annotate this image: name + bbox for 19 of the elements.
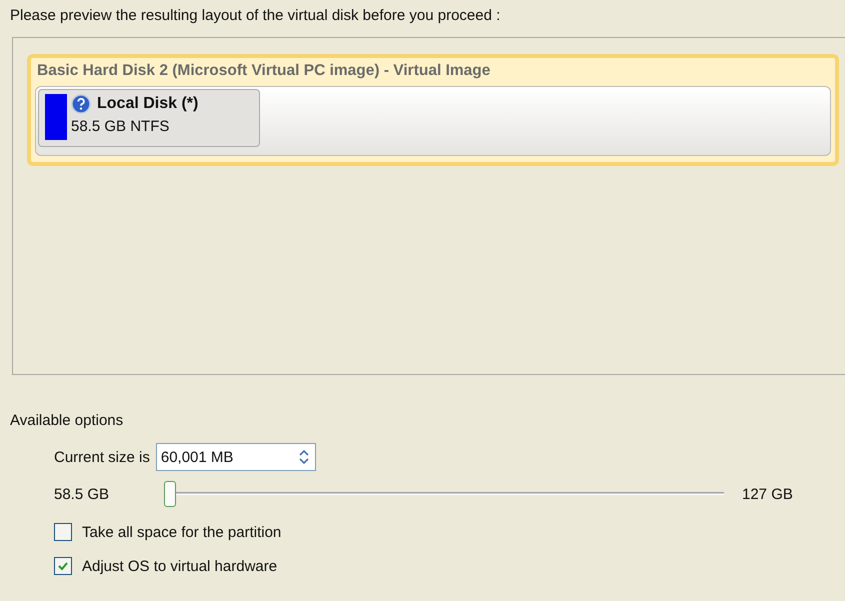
spinner-icon[interactable] <box>296 447 311 467</box>
min-size-label: 58.5 GB <box>54 486 110 502</box>
checkbox-label: Take all space for the partition <box>82 524 282 540</box>
checkbox[interactable] <box>54 523 72 541</box>
partition-size: 58.5 GB NTFS <box>71 118 170 135</box>
section-label: Available options <box>10 412 124 429</box>
max-size-label: 127 GB <box>742 486 793 502</box>
check-icon <box>57 560 69 572</box>
instruction-text: Please preview the resulting layout of the virtual disk before you proceed : <box>10 7 502 26</box>
partition-block[interactable]: Local Disk (*) 58.5 GB NTFS <box>38 89 260 147</box>
disk-title: Basic Hard Disk 2 (Microsoft Virtual PC image) - Virtual Image <box>36 62 492 81</box>
slider-thumb[interactable] <box>164 481 176 507</box>
size-field[interactable]: 60,001 MB <box>156 443 316 471</box>
partition-name: Local Disk (*) <box>97 95 198 113</box>
help-icon <box>71 94 91 114</box>
checkbox-label: Adjust OS to virtual hardware <box>82 558 278 574</box>
size-label: Current size is <box>54 448 150 466</box>
checkbox[interactable] <box>54 557 72 575</box>
disk-card[interactable]: Basic Hard Disk 2 (Microsoft Virtual PC image) - Virtual Image Local Disk (*) 58.5 GB NTFS <box>27 54 839 166</box>
